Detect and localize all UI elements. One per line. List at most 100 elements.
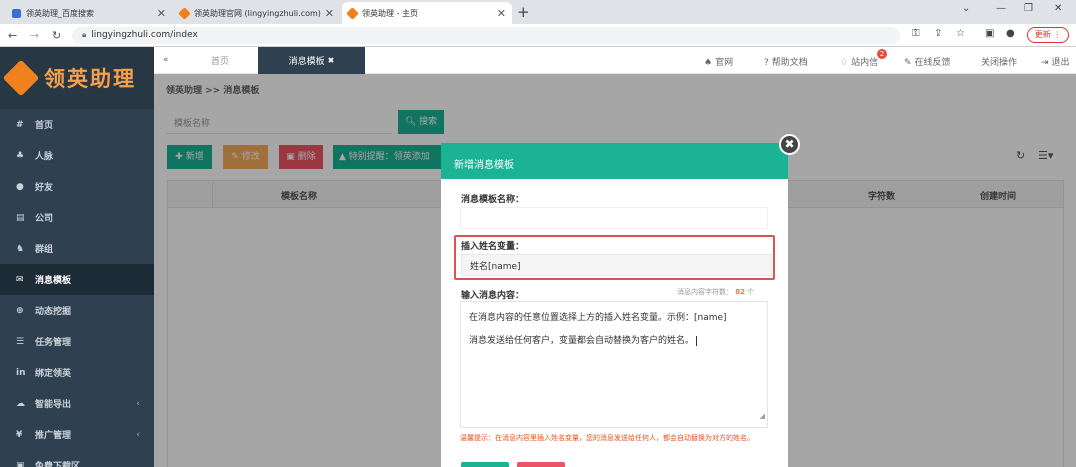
sidebar-item-bind-linkedin[interactable]: in 绑定领英 xyxy=(0,357,154,388)
text-caret xyxy=(696,336,698,346)
tab-message-template[interactable]: 消息模板 ✖ xyxy=(258,47,365,74)
back-arrow-icon[interactable]: ← xyxy=(8,29,17,42)
template-name-input[interactable] xyxy=(460,207,768,229)
topbar-link-inbox[interactable]: ♢ 站内信 xyxy=(840,55,878,68)
bind-linkedin-icon: in xyxy=(16,367,26,378)
topbar-link-label: 站内信 xyxy=(851,58,879,68)
tab-home[interactable]: 首页 xyxy=(182,47,258,74)
sidepanel-icon[interactable]: ▣ xyxy=(985,28,994,39)
chevron-left-icon: ‹ xyxy=(136,398,140,409)
smart-export-icon: ☁ xyxy=(16,398,25,409)
close-tab-icon[interactable]: ✕ xyxy=(157,7,166,20)
home-icon: # xyxy=(16,119,24,130)
browser-toolbar: ← → ↻ 🔒︎ lingyingzhuli.com/index ⚿ ⇪ ☆ ▣ … xyxy=(0,24,1076,47)
groups-icon: ♞ xyxy=(16,243,25,254)
logo-mark-icon xyxy=(2,59,40,97)
lingying-favicon-icon xyxy=(346,6,359,20)
url-text: lingyingzhuli.com/index xyxy=(91,30,198,40)
sidebar-item-label: 免费下载区 xyxy=(35,462,81,467)
tab-home-label: 首页 xyxy=(210,57,229,67)
close-icon: ✖ xyxy=(784,137,795,151)
sidebar-item-label: 消息模板 xyxy=(35,276,72,286)
sidebar: 领英助理 # 首页 ♣ 人脉 ● 好友 ▤ 公司 ♞ 群组 ✉ 消息模板 ⊕ 动态挖掘 ☰ 任务管理 in 绑定领… xyxy=(0,47,154,467)
sidebar-item-contacts[interactable]: ♣ 人脉 xyxy=(0,140,154,171)
share-icon[interactable]: ⇪ xyxy=(934,28,942,39)
message-content-textarea[interactable]: 在消息内容的任意位置选择上方的插入姓名变量。示例：[name] 消息发送给任何客… xyxy=(460,301,768,428)
name-variable-select[interactable]: 姓名[name] xyxy=(461,254,772,276)
window-close-icon[interactable]: ✕ xyxy=(1054,3,1062,14)
sidebar-item-task-management[interactable]: ☰ 任务管理 xyxy=(0,326,154,357)
name-variable-value: 姓名[name] xyxy=(470,262,521,272)
browser-tab-home-active[interactable]: 领英助理 - 主页 ✕ xyxy=(342,2,512,24)
official-site-icon: ♠ xyxy=(704,58,713,68)
browser-tab-official-site[interactable]: 领英助理官网 (lingyingzhuli.com) ✕ xyxy=(174,2,340,24)
reload-icon[interactable]: ↻ xyxy=(52,29,61,42)
topbar-link-logout[interactable]: ⇥ 退出 xyxy=(1041,55,1070,68)
browser-tab-title: 领英助理 - 主页 xyxy=(362,8,418,18)
template-name-label: 消息模板名称： xyxy=(461,195,525,205)
topbar-link-official-site[interactable]: ♠ 官网 xyxy=(704,55,733,68)
tab-search-icon[interactable]: ⌄ xyxy=(962,3,970,14)
sidebar-item-activity-mining[interactable]: ⊕ 动态挖掘 xyxy=(0,295,154,326)
sidebar-item-home[interactable]: # 首页 xyxy=(0,109,154,140)
sidebar-item-label: 人脉 xyxy=(35,152,54,162)
help-docs-icon: ? xyxy=(764,58,769,68)
address-bar[interactable]: 🔒︎ lingyingzhuli.com/index xyxy=(72,27,900,44)
forward-arrow-icon[interactable]: → xyxy=(30,29,39,42)
collapse-tabs-icon[interactable]: « xyxy=(163,55,169,65)
minimize-icon[interactable]: — xyxy=(996,3,1006,14)
sidebar-item-company[interactable]: ▤ 公司 xyxy=(0,202,154,233)
name-variable-label: 插入姓名变量： xyxy=(461,242,525,252)
topbar-link-label: 官网 xyxy=(715,58,734,68)
browser-tab-strip: 领英助理_百度搜索 ✕ 领英助理官网 (lingyingzhuli.com) ✕… xyxy=(0,0,1076,24)
modal-close-button[interactable]: ✖ xyxy=(779,134,800,155)
logout-icon: ⇥ xyxy=(1041,58,1049,68)
activity-mining-icon: ⊕ xyxy=(16,305,24,316)
sidebar-item-promotion[interactable]: ¥ 推广管理 ‹ xyxy=(0,419,154,450)
close-tab-icon[interactable]: ✕ xyxy=(497,7,506,20)
close-tab-icon[interactable]: ✖ xyxy=(328,56,335,65)
app-logo[interactable]: 领英助理 xyxy=(0,47,154,109)
friends-icon: ● xyxy=(16,181,24,192)
topbar-link-help-docs[interactable]: ? 帮助文档 xyxy=(764,55,808,68)
inbox-icon: ♢ xyxy=(840,58,849,68)
content-line-with-caret: 消息发送给任何客户，变量都会自动替换为客户的姓名。 xyxy=(469,331,759,351)
sidebar-item-label: 公司 xyxy=(35,214,54,224)
warm-tip: 温馨提示：在消息内容里插入姓名变量，您的消息发送给任何人，都会自动替换为对方的姓… xyxy=(460,434,754,442)
sidebar-item-groups[interactable]: ♞ 群组 xyxy=(0,233,154,264)
browser-tab-baidu[interactable]: 领英助理_百度搜索 ✕ xyxy=(6,2,172,24)
chevron-left-icon: ‹ xyxy=(136,429,140,440)
new-tab-icon[interactable]: + xyxy=(517,3,530,21)
bookmark-star-icon[interactable]: ☆ xyxy=(956,28,965,39)
topbar-link-label: 退出 xyxy=(1051,58,1070,68)
confirm-button[interactable] xyxy=(461,462,509,467)
update-button[interactable]: 更新 ⋮ xyxy=(1027,27,1069,43)
restore-icon[interactable]: ❐ xyxy=(1024,3,1033,14)
browser-tab-title: 领英助理_百度搜索 xyxy=(26,8,94,18)
sidebar-item-label: 好友 xyxy=(35,183,54,193)
modal-title: 新增消息模板 xyxy=(454,160,514,171)
topbar-link-close-actions[interactable]: 关闭操作 xyxy=(978,55,1017,68)
topbar-link-feedback[interactable]: ✎ 在线反馈 xyxy=(904,55,951,68)
browser-tab-title: 领英助理官网 (lingyingzhuli.com) xyxy=(194,8,321,18)
sidebar-item-label: 首页 xyxy=(35,121,54,131)
sidebar-item-friends[interactable]: ● 好友 xyxy=(0,171,154,202)
char-counter-unit: 个 xyxy=(747,288,755,296)
profile-icon[interactable]: ● xyxy=(1006,28,1015,39)
lingying-favicon-icon xyxy=(178,6,191,20)
char-counter-value: 82 xyxy=(735,288,745,296)
resize-handle-icon[interactable]: ◢ xyxy=(760,406,765,426)
notification-badge: 2 xyxy=(877,49,887,59)
cancel-button[interactable] xyxy=(517,462,565,467)
sidebar-item-free-download[interactable]: ▣ 免费下载区 xyxy=(0,450,154,467)
sidebar-item-label: 推广管理 xyxy=(35,431,72,441)
tab-message-template-label: 消息模板 xyxy=(288,57,325,67)
topbar-link-label: 帮助文档 xyxy=(771,58,808,68)
sidebar-menu: # 首页 ♣ 人脉 ● 好友 ▤ 公司 ♞ 群组 ✉ 消息模板 ⊕ 动态挖掘 ☰ 任务管理 in 绑定领英 ☁ 智能导… xyxy=(0,109,154,467)
message-template-icon: ✉ xyxy=(16,274,24,285)
sidebar-item-smart-export[interactable]: ☁ 智能导出 ‹ xyxy=(0,388,154,419)
key-icon[interactable]: ⚿ xyxy=(912,28,920,39)
close-tab-icon[interactable]: ✕ xyxy=(325,7,334,20)
sidebar-item-message-template[interactable]: ✉ 消息模板 xyxy=(0,264,154,295)
lock-icon: 🔒︎ xyxy=(82,30,87,39)
